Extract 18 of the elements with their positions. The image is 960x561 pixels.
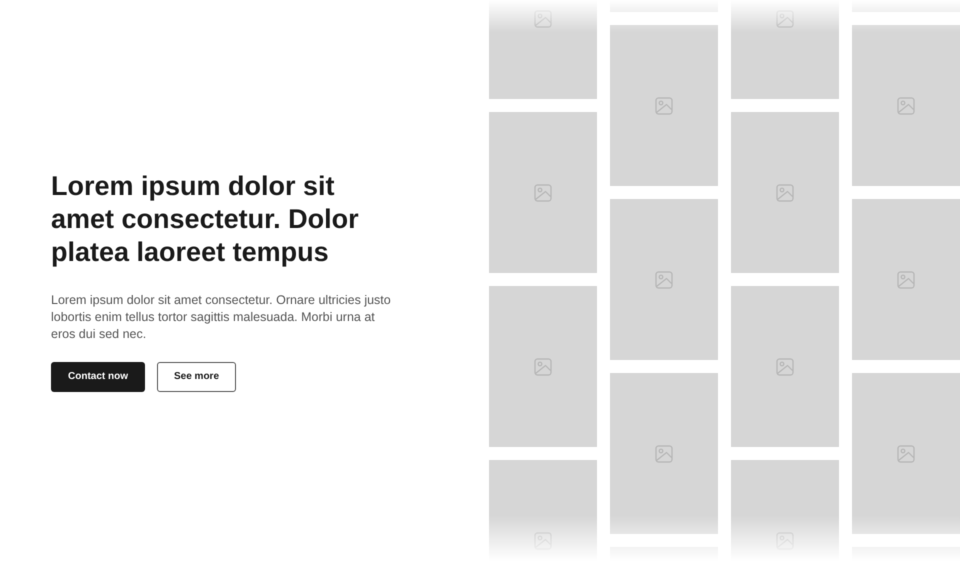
see-more-button[interactable]: See more (157, 362, 236, 392)
image-icon (534, 184, 552, 202)
image-icon (655, 96, 673, 114)
image-icon (897, 444, 915, 462)
image-icon (776, 184, 794, 202)
image-icon (534, 532, 552, 550)
contact-button[interactable]: Contact now (51, 362, 145, 392)
hero-description: Lorem ipsum dolor sit amet consectetur. Ornare ultricies justo lobortis enim tellus tortor sagittis malesuada. Morbi urna at eros dui sed nec. (51, 292, 392, 342)
image-icon (776, 532, 794, 550)
image-icon (534, 358, 552, 376)
image-icon (897, 96, 915, 114)
image-icon (655, 444, 673, 462)
image-icon (534, 10, 552, 28)
image-icon (776, 10, 794, 28)
hero-heading: Lorem ipsum dolor sit amet consectetur. Dolor platea laoreet tempus (51, 170, 360, 268)
image-icon (897, 270, 915, 288)
image-icon (776, 358, 794, 376)
image-icon (655, 270, 673, 288)
